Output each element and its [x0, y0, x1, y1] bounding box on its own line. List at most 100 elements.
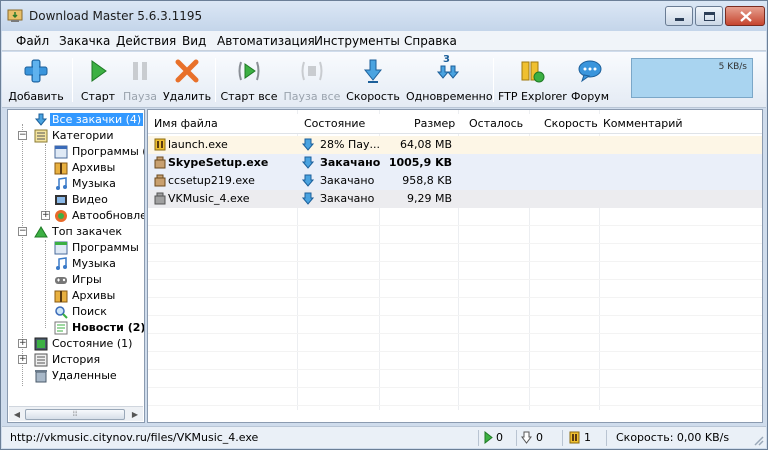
music-icon	[56, 257, 67, 270]
status-queued-count: 0	[536, 431, 543, 444]
start-all-icon	[238, 61, 260, 81]
download-state-icon	[302, 174, 314, 187]
file-state: Закачано	[320, 174, 375, 187]
add-label: Добавить	[8, 90, 64, 103]
scroll-left-icon[interactable]: ◀	[10, 409, 24, 420]
programs-icon	[54, 145, 68, 159]
menu-tools[interactable]: Инструменты	[314, 34, 400, 48]
column-header-speed[interactable]: Скорость	[544, 117, 598, 130]
column-header-size[interactable]: Размер	[414, 117, 455, 130]
pause-all-icon	[301, 61, 323, 81]
download-state-icon	[302, 138, 314, 151]
maximize-button[interactable]	[695, 6, 723, 26]
file-state: Закачано	[320, 192, 375, 205]
download-state-icon	[302, 192, 314, 205]
tree-label: История	[52, 353, 101, 366]
menu-automation[interactable]: Автоматизация	[217, 34, 315, 48]
file-name: SkypeSetup.exe	[168, 156, 269, 169]
menu-help[interactable]: Справка	[404, 34, 457, 48]
close-button[interactable]	[725, 6, 765, 26]
play-icon	[91, 60, 107, 82]
speed-button[interactable]: Скорость	[346, 54, 400, 106]
start-button[interactable]: Старт	[78, 54, 118, 106]
add-button[interactable]: Добавить	[6, 54, 66, 106]
minimize-icon	[675, 18, 684, 21]
paused-downloads-icon	[569, 431, 580, 444]
top-downloads-icon	[34, 226, 48, 238]
exe-file-icon	[154, 156, 166, 169]
menu-bar: Файл Закачка Действия Вид Автоматизация …	[2, 31, 766, 51]
file-size: 9,29 MB	[406, 192, 452, 205]
archive-icon	[54, 162, 68, 175]
status-active-count: 0	[496, 431, 503, 444]
pause-icon	[133, 62, 147, 80]
toolbar-separator	[215, 58, 216, 102]
expand-toggle[interactable]: +	[41, 211, 50, 220]
empty-row	[148, 280, 762, 298]
ftp-explorer-button[interactable]: FTP Explorer	[498, 54, 567, 106]
expand-toggle[interactable]: +	[18, 355, 27, 364]
list-header: Имя файла Состояние Размер Осталось Скор…	[148, 114, 762, 134]
collapse-toggle[interactable]: −	[18, 227, 27, 236]
scroll-thumb[interactable]: ⦙⦙⦙	[25, 409, 125, 420]
column-header-name[interactable]: Имя файла	[154, 117, 218, 130]
delete-label: Удалить	[162, 90, 212, 103]
empty-row	[148, 298, 762, 316]
empty-row	[148, 334, 762, 352]
column-header-state[interactable]: Состояние	[304, 117, 365, 130]
pause-all-button[interactable]: Пауза все	[282, 54, 342, 106]
news-icon	[54, 321, 68, 335]
table-row[interactable]: launch.exe 28% Пау... 64,08 MB	[148, 136, 762, 154]
ftp-explorer-label: FTP Explorer	[498, 90, 567, 103]
trash-icon	[35, 370, 47, 383]
start-all-button[interactable]: Старт все	[220, 54, 278, 106]
file-name: ccsetup219.exe	[168, 174, 255, 187]
menu-actions[interactable]: Действия	[116, 34, 176, 48]
tree-horizontal-scrollbar[interactable]: ◀ ⦙⦙⦙ ▶	[9, 406, 143, 421]
app-window: Download Master 5.6.3.1195 Файл Закачка …	[0, 0, 768, 450]
simultaneous-button[interactable]: 3 Одновременно	[406, 54, 493, 106]
file-name: VKMusic_4.exe	[168, 192, 250, 205]
menu-download[interactable]: Закачка	[59, 34, 110, 48]
speed-arrow-icon	[363, 59, 383, 83]
table-row[interactable]: ccsetup219.exe Закачано 958,8 KB	[148, 172, 762, 190]
file-size: 1005,9 KB	[388, 156, 452, 169]
simultaneous-badge: 3	[443, 54, 450, 65]
plus-icon	[24, 59, 48, 83]
file-state: 28% Пау...	[320, 138, 380, 151]
column-header-comment[interactable]: Комментарий	[603, 117, 683, 130]
tree-label: Архивы	[72, 289, 116, 302]
minimize-button[interactable]	[665, 6, 693, 26]
expand-toggle[interactable]: +	[18, 339, 27, 348]
table-row[interactable]: SkypeSetup.exe Закачано 1005,9 KB	[148, 154, 762, 172]
collapse-toggle[interactable]: −	[18, 131, 27, 140]
music-icon	[56, 177, 67, 190]
tree-label: Игры	[72, 273, 102, 286]
pause-button[interactable]: Пауза	[120, 54, 160, 106]
table-row[interactable]: VKMusic_4.exe Закачано 9,29 MB	[148, 190, 762, 208]
empty-row	[148, 244, 762, 262]
empty-row	[148, 226, 762, 244]
tree-label: Музыка	[72, 257, 116, 270]
column-header-remaining[interactable]: Осталось	[469, 117, 523, 130]
toolbar-separator	[72, 58, 73, 102]
tree-label: Автообновле	[72, 209, 145, 222]
empty-row	[148, 262, 762, 280]
active-downloads-icon	[484, 431, 493, 444]
simultaneous-label: Одновременно	[406, 90, 493, 103]
pause-label: Пауза	[122, 90, 158, 103]
scroll-right-icon[interactable]: ▶	[128, 409, 142, 420]
exe-file-icon	[154, 174, 166, 187]
tree-label: Видео	[72, 193, 108, 206]
start-label: Старт	[80, 90, 116, 103]
menu-file[interactable]: Файл	[16, 34, 49, 48]
resize-grip-icon[interactable]	[752, 434, 764, 446]
menu-view[interactable]: Вид	[182, 34, 206, 48]
autoupdate-icon	[55, 210, 67, 222]
forum-button[interactable]: Форум	[568, 54, 612, 106]
gamepad-icon	[55, 277, 67, 284]
toolbar-separator	[493, 58, 494, 102]
delete-button[interactable]: Удалить	[162, 54, 212, 106]
download-master-icon	[7, 9, 23, 22]
status-url: http://vkmusic.citynov.ru/files/VKMusic_…	[10, 431, 259, 444]
